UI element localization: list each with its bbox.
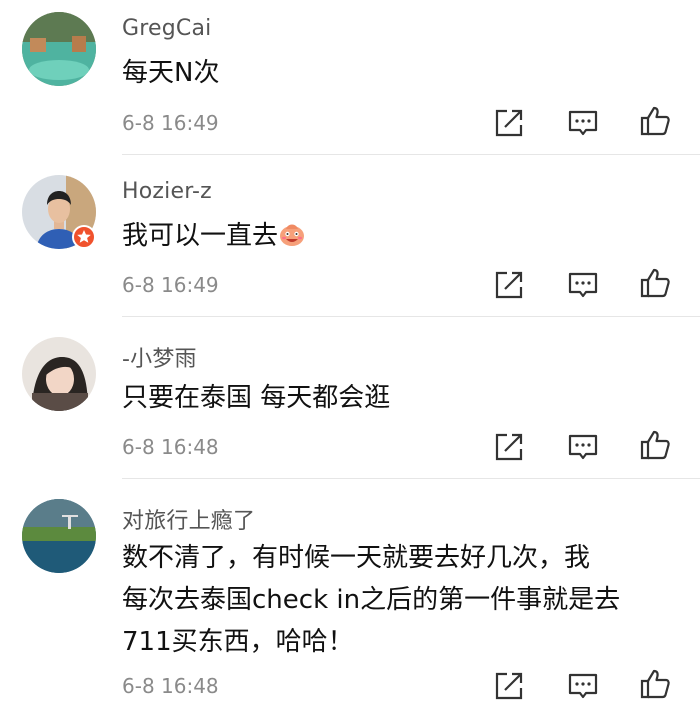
comment-text: 只要在泰国 每天都会逛 <box>122 383 391 413</box>
comment-button[interactable] <box>566 268 600 302</box>
like-icon <box>640 430 670 460</box>
comment-icon <box>568 272 598 298</box>
timestamp: 6-8 16:49 <box>122 273 219 297</box>
like-button[interactable] <box>638 428 672 462</box>
verified-star-icon <box>77 230 91 243</box>
timestamp: 6-8 16:49 <box>122 111 219 135</box>
comment-text-line: 711买东西，哈哈！ <box>122 627 354 657</box>
comment-text-line: 数不清了，有时候一天就要去好几次，我 <box>122 543 591 573</box>
comment-item: GregCai 每天N次 6-8 16:49 <box>0 0 700 155</box>
share-icon <box>495 109 523 137</box>
comment-text: 每天N次 <box>122 58 220 88</box>
avatar[interactable] <box>22 337 96 411</box>
share-button[interactable] <box>492 106 526 140</box>
comment-item: -小梦雨 只要在泰国 每天都会逛 6-8 16:48 <box>0 317 700 479</box>
like-button[interactable] <box>638 104 672 138</box>
like-button[interactable] <box>638 266 672 300</box>
comment-item: Hozier-z 我可以一直去 6-8 16:49 <box>0 155 700 317</box>
like-icon <box>640 268 670 298</box>
comment-button[interactable] <box>566 669 600 703</box>
avatar[interactable] <box>22 12 96 86</box>
smiling-face-emoji <box>280 224 305 246</box>
share-button[interactable] <box>492 268 526 302</box>
share-icon <box>495 672 523 700</box>
avatar[interactable] <box>22 499 96 573</box>
timestamp: 6-8 16:48 <box>122 435 219 459</box>
comment-text: 数不清了，有时候一天就要去好几次，我 每次去泰国check in之后的第一件事就… <box>122 537 682 663</box>
timestamp: 6-8 16:48 <box>122 674 219 698</box>
comment-text: 我可以一直去 <box>122 215 682 257</box>
comment-button[interactable] <box>566 430 600 464</box>
like-icon <box>640 669 670 699</box>
comment-text-content: 我可以一直去 <box>122 221 279 251</box>
comment-button[interactable] <box>566 106 600 140</box>
username[interactable]: -小梦雨 <box>122 341 197 373</box>
share-button[interactable] <box>492 669 526 703</box>
share-icon <box>495 271 523 299</box>
comment-item: 对旅行上瘾了 数不清了，有时候一天就要去好几次，我 每次去泰国check in之… <box>0 479 700 715</box>
share-icon <box>495 433 523 461</box>
username[interactable]: Hozier-z <box>122 179 212 204</box>
username[interactable]: 对旅行上瘾了 <box>122 503 255 535</box>
username[interactable]: GregCai <box>122 16 211 41</box>
comment-text-line: 每次去泰国check in之后的第一件事就是去 <box>122 585 621 615</box>
comment-icon <box>568 673 598 699</box>
share-button[interactable] <box>492 430 526 464</box>
like-button[interactable] <box>638 667 672 701</box>
comment-icon <box>568 434 598 460</box>
verified-badge <box>72 225 96 249</box>
comment-icon <box>568 110 598 136</box>
like-icon <box>640 106 670 136</box>
